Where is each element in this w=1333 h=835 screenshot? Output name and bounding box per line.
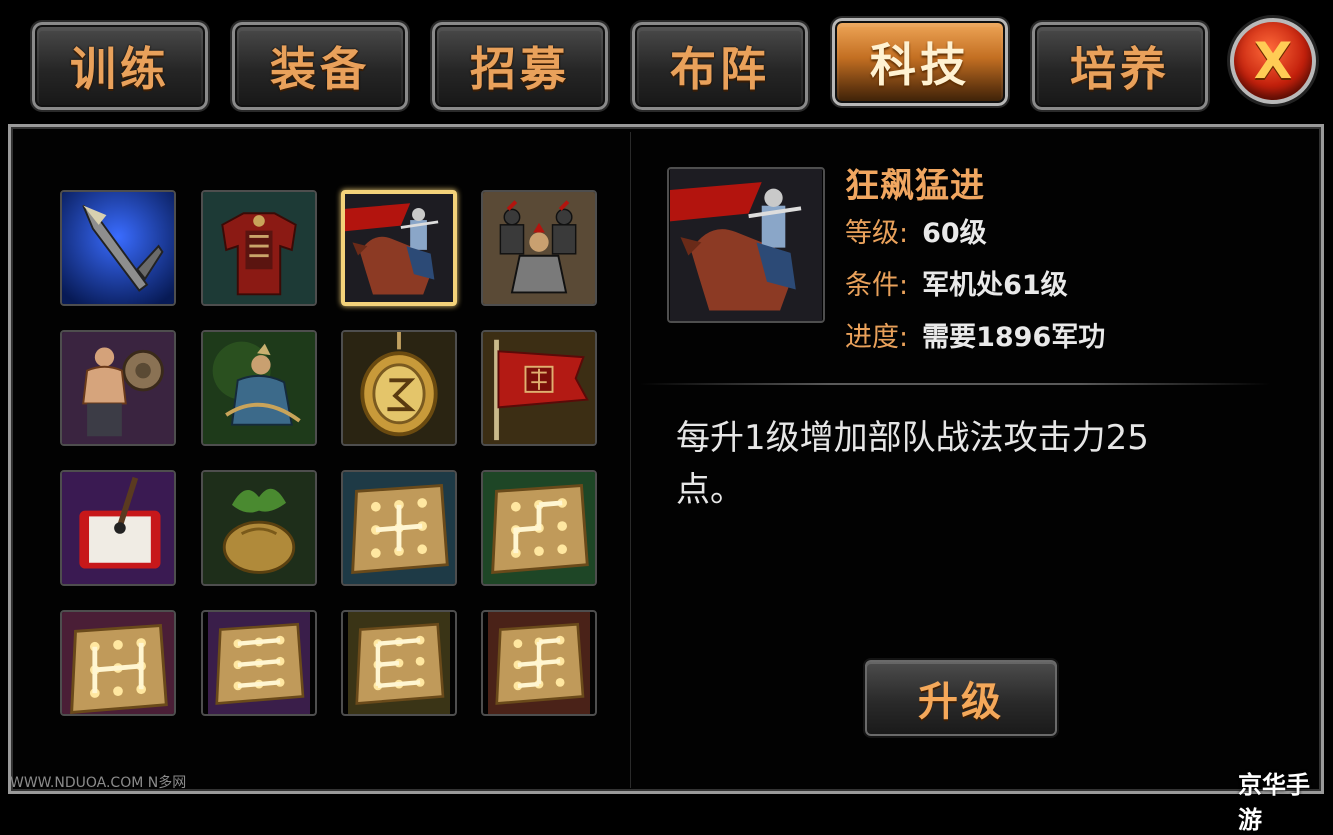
tab-technology[interactable]: 科技 <box>830 16 1010 108</box>
tab-cultivate[interactable]: 培养 <box>1030 20 1210 112</box>
tech-cell-formation-4[interactable] <box>201 610 317 716</box>
level-label: 等级: <box>845 218 909 249</box>
tech-cell-formation-3[interactable] <box>60 610 176 716</box>
upgrade-button-label: 升级 <box>918 679 1004 725</box>
war-flag-icon <box>483 332 595 444</box>
tech-cell-soldier-group[interactable] <box>481 190 597 306</box>
tech-cell-formation-1[interactable] <box>341 470 457 586</box>
tech-cell-cavalry-charge[interactable] <box>341 190 457 306</box>
tech-cell-formation-6[interactable] <box>481 610 597 716</box>
tech-cell-formation-2[interactable] <box>481 470 597 586</box>
tab-label: 装备 <box>270 42 370 96</box>
spear-icon <box>62 192 174 304</box>
tech-cell-archer-general[interactable] <box>201 330 317 446</box>
tab-label: 招募 <box>470 42 570 96</box>
cavalry-charge-icon <box>345 194 453 302</box>
tech-name: 狂飙猛进 <box>845 166 985 206</box>
tech-cell-scroll-brush[interactable] <box>60 470 176 586</box>
tech-cell-strongman[interactable] <box>60 330 176 446</box>
tech-cell-gold-token[interactable] <box>341 330 457 446</box>
tab-label: 布阵 <box>670 42 770 96</box>
level-row: 等级: 60级 <box>845 216 987 252</box>
tech-description: 每升1级增加部队战法攻击力25点。 <box>676 418 1149 510</box>
formation-board-icon <box>343 472 455 584</box>
tab-label: 训练 <box>70 42 170 96</box>
archer-general-icon <box>203 332 315 444</box>
watermark-left: WWW.NDUOA.COM N多网 <box>10 775 187 791</box>
level-value: 60级 <box>922 218 987 249</box>
scroll-brush-icon <box>62 472 174 584</box>
soldier-group-icon <box>483 192 595 304</box>
tech-cell-war-flag[interactable] <box>481 330 597 446</box>
tab-recruit[interactable]: 招募 <box>430 20 610 112</box>
panel-divider <box>630 132 631 788</box>
close-button[interactable]: X <box>1230 18 1316 104</box>
condition-value: 军机处61级 <box>922 270 1068 301</box>
herb-sack-icon <box>203 472 315 584</box>
formation-board-icon <box>483 472 595 584</box>
progress-row: 进度: 需要1896军功 <box>845 320 1105 356</box>
formation-board-icon <box>208 612 310 714</box>
tab-training[interactable]: 训练 <box>30 20 210 112</box>
progress-label: 进度: <box>845 322 909 353</box>
tech-cell-spear[interactable] <box>60 190 176 306</box>
tech-cell-formation-5[interactable] <box>341 610 457 716</box>
tech-grid <box>60 190 600 720</box>
close-icon: X <box>1253 32 1293 90</box>
armor-icon <box>203 192 315 304</box>
gold-token-icon <box>343 332 455 444</box>
condition-label: 条件: <box>845 270 909 301</box>
detail-divider <box>640 383 1270 385</box>
formation-board-icon <box>62 612 174 714</box>
tech-cell-armor[interactable] <box>201 190 317 306</box>
watermark-right: 京华手游 <box>1238 771 1310 834</box>
formation-board-icon <box>348 612 450 714</box>
progress-value: 需要1896军功 <box>922 322 1106 353</box>
tab-formation[interactable]: 布阵 <box>630 20 810 112</box>
condition-row: 条件: 军机处61级 <box>845 268 1068 304</box>
tab-label: 科技 <box>870 38 970 92</box>
upgrade-button[interactable]: 升级 <box>865 660 1057 736</box>
tab-label: 培养 <box>1070 42 1170 96</box>
tech-portrait <box>667 167 825 323</box>
tab-bar: 训练 装备 招募 布阵 科技 培养 X <box>0 0 1333 125</box>
cavalry-charge-icon <box>670 169 822 321</box>
tech-cell-herb-sack[interactable] <box>201 470 317 586</box>
tab-equipment[interactable]: 装备 <box>230 20 410 112</box>
formation-board-icon <box>488 612 590 714</box>
strongman-icon <box>62 332 174 444</box>
